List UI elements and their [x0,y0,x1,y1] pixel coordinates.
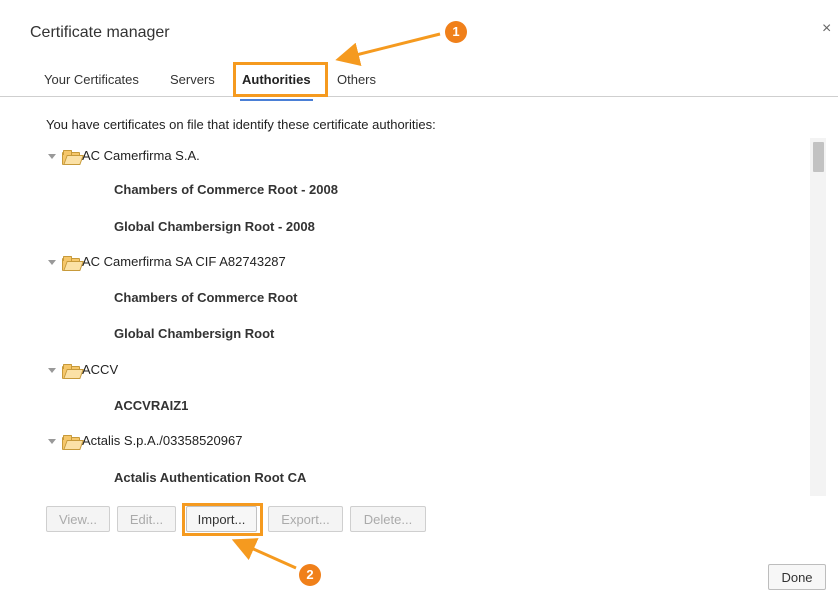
tree-group[interactable]: AC Camerfirma SA CIF A82743287 [48,252,286,272]
dialog-title: Certificate manager [30,24,170,41]
triangle-down-icon[interactable] [48,439,56,445]
tree-group-label: Actalis S.p.A./03358520967 [82,433,243,448]
close-icon[interactable]: × [822,20,831,38]
tree-item[interactable]: ACCVRAIZ1 [114,396,188,416]
import-highlight [182,503,263,536]
tab-servers[interactable]: Servers [170,72,215,87]
triangle-down-icon[interactable] [48,260,56,266]
folder-icon [62,256,84,272]
tab-your-certificates[interactable]: Your Certificates [44,72,139,87]
view-button[interactable]: View... [46,506,110,532]
tree-group-label: ACCV [82,362,119,377]
authorities-highlight [233,62,328,97]
tree-group-label: AC Camerfirma SA CIF A82743287 [82,254,286,269]
done-button[interactable]: Done [768,564,826,590]
tree-item[interactable]: Actalis Authentication Root CA [114,468,306,488]
step-badge-2: 2 [299,564,321,586]
authorities-tree[interactable]: AC Camerfirma S.A. Chambers of Commerce … [44,138,808,496]
tab-others[interactable]: Others [337,72,376,87]
tree-group-label: AC Camerfirma S.A. [82,148,200,163]
folder-icon [62,435,84,451]
tree-item[interactable]: Global Chambersign Root [114,324,274,344]
tree-group[interactable]: Actalis S.p.A./03358520967 [48,431,242,451]
triangle-down-icon[interactable] [48,368,56,374]
tree-group[interactable]: ACCV [48,360,118,380]
delete-button[interactable]: Delete... [350,506,426,532]
intro-text: You have certificates on file that ident… [46,117,436,132]
tree-group[interactable]: AC Camerfirma S.A. [48,146,200,166]
tree-item[interactable]: Chambers of Commerce Root [114,288,297,308]
tree-item[interactable]: Global Chambersign Root - 2008 [114,217,315,237]
tab-bar: Your Certificates Servers Authorities Ot… [0,60,838,101]
step-badge-1: 1 [445,21,467,43]
folder-icon [62,150,84,166]
folder-icon [62,364,84,380]
export-button[interactable]: Export... [268,506,343,532]
tree-item[interactable]: Chambers of Commerce Root - 2008 [114,180,338,200]
edit-button[interactable]: Edit... [117,506,176,532]
scrollbar-thumb[interactable] [813,142,824,172]
triangle-down-icon[interactable] [48,154,56,160]
tree-scrollbar[interactable] [810,138,826,496]
certificate-manager-dialog: Certificate manager × Your Certificates … [0,0,838,602]
